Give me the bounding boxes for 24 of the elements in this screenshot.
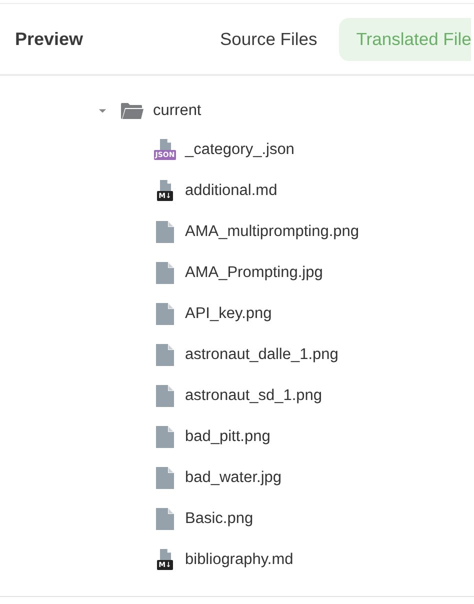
file-name[interactable]: astronaut_sd_1.png (185, 386, 322, 404)
tab[interactable]: Source Files (203, 18, 334, 60)
file-name[interactable]: astronaut_dalle_1.png (185, 346, 338, 364)
file-name[interactable]: API_key.png (185, 304, 272, 322)
file-name[interactable]: bibliography.md (185, 550, 294, 568)
file-name[interactable]: additional.md (185, 182, 278, 200)
file-icon (156, 302, 174, 324)
file-name[interactable]: bad_water.jpg (185, 468, 282, 486)
file-name[interactable]: bad_pitt.png (185, 428, 270, 446)
file-name[interactable]: AMA_Prompting.jpg (185, 264, 323, 282)
file-icon (156, 262, 174, 284)
file-name[interactable]: _category_.json (185, 140, 294, 158)
file-name[interactable]: AMA_multiprompting.png (185, 222, 360, 240)
file-icon (156, 344, 174, 366)
file-icon (156, 220, 174, 242)
file-icon (156, 426, 174, 448)
file-name[interactable]: Basic.png (185, 510, 254, 528)
folder-icon (120, 102, 144, 120)
file-icon (156, 466, 174, 488)
file-icon (156, 384, 174, 406)
file-icon (156, 508, 174, 530)
folder-name[interactable]: current (153, 102, 202, 120)
caret-icon[interactable] (98, 108, 107, 114)
preview-title: Preview (15, 28, 84, 50)
